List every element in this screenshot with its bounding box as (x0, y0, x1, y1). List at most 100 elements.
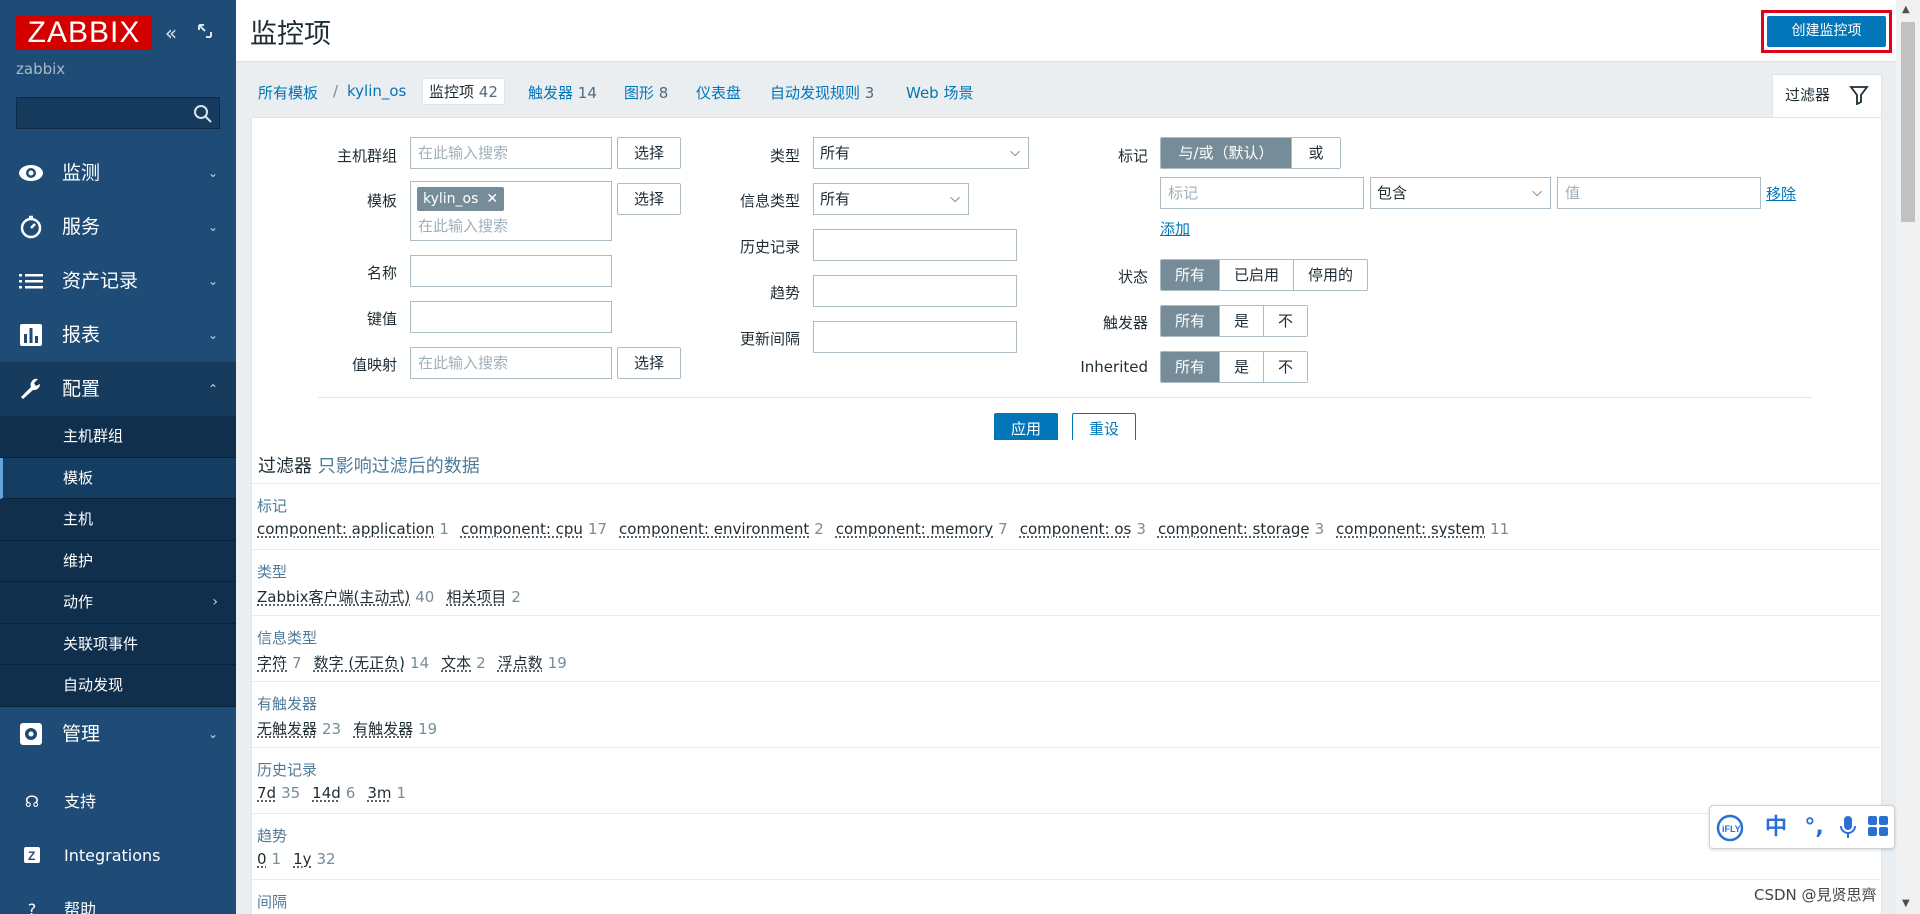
nav-item-support[interactable]: ☊ 支持 (0, 782, 236, 822)
subfilter-item[interactable]: 文本 2 (441, 654, 486, 672)
subfilter-item-name[interactable]: 无触发器 (257, 720, 317, 738)
zabbix-logo[interactable]: ZABBIX (16, 16, 152, 50)
subfilter-item-name[interactable]: component: cpu (461, 520, 583, 538)
subfilter-item[interactable]: component: environment 2 (619, 520, 824, 538)
host-group-select-button[interactable]: 选择 (617, 137, 681, 169)
tag-value-input[interactable]: 值 (1557, 177, 1761, 209)
subfilter-item[interactable]: 14d 6 (312, 784, 355, 802)
type-select[interactable]: 所有 ⌵ (813, 137, 1029, 169)
nav-item-inventory[interactable]: 资产记录 ⌄ (0, 254, 236, 308)
submenu-host-groups[interactable]: 主机群组 (0, 416, 236, 458)
page-scrollbar[interactable]: ▲ ▼ (1896, 0, 1920, 914)
subfilter-item-name[interactable]: component: memory (836, 520, 993, 538)
subfilter-item[interactable]: 01 (257, 850, 281, 868)
template-select-button[interactable]: 选择 (617, 183, 681, 215)
kiosk-mode-icon[interactable] (194, 22, 216, 44)
collapse-sidebar-icon[interactable]: « (160, 22, 182, 44)
tab-graphs[interactable]: 图形 8 (624, 82, 668, 103)
subfilter-item-name[interactable]: 0 (257, 850, 267, 868)
subfilter-item[interactable]: component: cpu 17 (461, 520, 607, 538)
state-disabled-option[interactable]: 停用的 (1294, 260, 1368, 290)
history-input[interactable] (813, 229, 1017, 261)
add-tag-link[interactable]: 添加 (1160, 218, 1190, 239)
tag-operator-select[interactable]: 包含 ⌵ (1370, 177, 1551, 209)
sidebar-search-input[interactable] (16, 97, 220, 129)
submenu-actions[interactable]: 动作 › (0, 582, 236, 624)
microphone-icon[interactable] (1834, 814, 1862, 842)
tab-triggers[interactable]: 触发器 14 (528, 82, 597, 103)
update-interval-input[interactable] (813, 321, 1017, 353)
subfilter-item-name[interactable]: 1y (293, 850, 311, 868)
scroll-thumb[interactable] (1901, 22, 1915, 222)
subfilter-item[interactable]: 浮点数 19 (498, 654, 567, 672)
triggers-yes-option[interactable]: 是 (1220, 306, 1265, 336)
triggers-all-option[interactable]: 所有 (1161, 306, 1221, 336)
subfilter-item[interactable]: 字符 7 (257, 654, 302, 672)
submenu-event-correlation[interactable]: 关联项事件 (0, 624, 236, 665)
nav-item-administration[interactable]: 管理 ⌄ (0, 707, 236, 761)
scroll-down-icon[interactable]: ▼ (1902, 898, 1910, 909)
value-map-input[interactable]: 在此输入搜索 (410, 347, 612, 379)
submenu-maintenance[interactable]: 维护 (0, 541, 236, 582)
subfilter-item[interactable]: component: os 3 (1020, 520, 1146, 538)
tag-name-input[interactable]: 标记 (1160, 177, 1364, 209)
subfilter-item[interactable]: 无触发器 23 (257, 720, 341, 738)
subfilter-item[interactable]: 数字 (无正负) 14 (314, 654, 430, 672)
subfilter-item[interactable]: Zabbix客户端(主动式) 40 (257, 588, 434, 606)
host-group-input[interactable]: 在此输入搜索 (410, 137, 612, 169)
filter-tab[interactable]: 过滤器 (1772, 74, 1882, 118)
subfilter-item[interactable]: 7d 35 (257, 784, 300, 802)
subfilter-item-name[interactable]: 浮点数 (498, 654, 543, 672)
submenu-hosts[interactable]: 主机 (0, 499, 236, 541)
name-input[interactable] (410, 255, 612, 287)
subfilter-item[interactable]: 1y 32 (293, 850, 336, 868)
inherited-all-option[interactable]: 所有 (1161, 352, 1221, 382)
subfilter-item-name[interactable]: component: storage (1158, 520, 1310, 538)
value-map-select-button[interactable]: 选择 (617, 347, 681, 379)
subfilter-item-name[interactable]: 字符 (257, 654, 287, 672)
triggers-no-option[interactable]: 不 (1264, 306, 1308, 336)
subfilter-item[interactable]: component: memory 7 (836, 520, 1008, 538)
subfilter-item-name[interactable]: 文本 (441, 654, 471, 672)
remove-chip-icon[interactable]: ✕ (486, 191, 498, 207)
template-multiselect[interactable]: kylin_os ✕ 在此输入搜索 (410, 181, 612, 241)
nav-item-services[interactable]: 服务 ⌄ (0, 200, 236, 254)
state-all-option[interactable]: 所有 (1161, 260, 1221, 290)
inherited-yes-option[interactable]: 是 (1220, 352, 1265, 382)
subfilter-item-name[interactable]: component: os (1020, 520, 1132, 538)
subfilter-item-name[interactable]: Zabbix客户端(主动式) (257, 588, 410, 606)
subfilter-item-name[interactable]: 相关项目 (446, 588, 506, 606)
crumb-all-templates[interactable]: 所有模板 (258, 82, 318, 103)
nav-item-help[interactable]: ? 帮助 (0, 890, 236, 914)
nav-item-reports[interactable]: 报表 ⌄ (0, 308, 236, 362)
subfilter-item-name[interactable]: 14d (312, 784, 341, 802)
subfilter-item-name[interactable]: component: application (257, 520, 434, 538)
apps-grid-icon[interactable] (1864, 814, 1892, 842)
key-input[interactable] (410, 301, 612, 333)
nav-item-monitoring[interactable]: 监测 ⌄ (0, 146, 236, 200)
subfilter-item[interactable]: 有触发器 19 (353, 720, 437, 738)
subfilter-item[interactable]: 3m 1 (367, 784, 406, 802)
scroll-up-icon[interactable]: ▲ (1902, 4, 1910, 15)
submenu-discovery[interactable]: 自动发现 (0, 665, 236, 707)
subfilter-item-name[interactable]: component: environment (619, 520, 809, 538)
nav-item-integrations[interactable]: Z Integrations (0, 836, 236, 876)
state-enabled-option[interactable]: 已启用 (1220, 260, 1295, 290)
subfilter-item[interactable]: component: storage 3 (1158, 520, 1324, 538)
ime-chinese-mode[interactable]: 中 (1762, 814, 1790, 842)
info-type-select[interactable]: 所有 ⌵ (813, 183, 969, 215)
inherited-no-option[interactable]: 不 (1264, 352, 1308, 382)
subfilter-item[interactable]: component: application 1 (257, 520, 449, 538)
subfilter-item-name[interactable]: component: system (1336, 520, 1485, 538)
crumb-template[interactable]: kylin_os (347, 82, 406, 100)
subfilter-item[interactable]: component: system 11 (1336, 520, 1509, 538)
tags-or-option[interactable]: 或 (1292, 138, 1340, 168)
ifly-logo-icon[interactable]: iFLY (1716, 814, 1744, 842)
tags-and-or-option[interactable]: 与/或（默认） (1161, 138, 1292, 168)
submenu-templates[interactable]: 模板 (0, 457, 236, 499)
subfilter-item[interactable]: 相关项目 2 (446, 588, 521, 606)
subfilter-item-name[interactable]: 有触发器 (353, 720, 413, 738)
nav-item-configuration[interactable]: 配置 ⌃ (0, 362, 236, 416)
trends-input[interactable] (813, 275, 1017, 307)
subfilter-item-name[interactable]: 数字 (无正负) (314, 654, 405, 672)
